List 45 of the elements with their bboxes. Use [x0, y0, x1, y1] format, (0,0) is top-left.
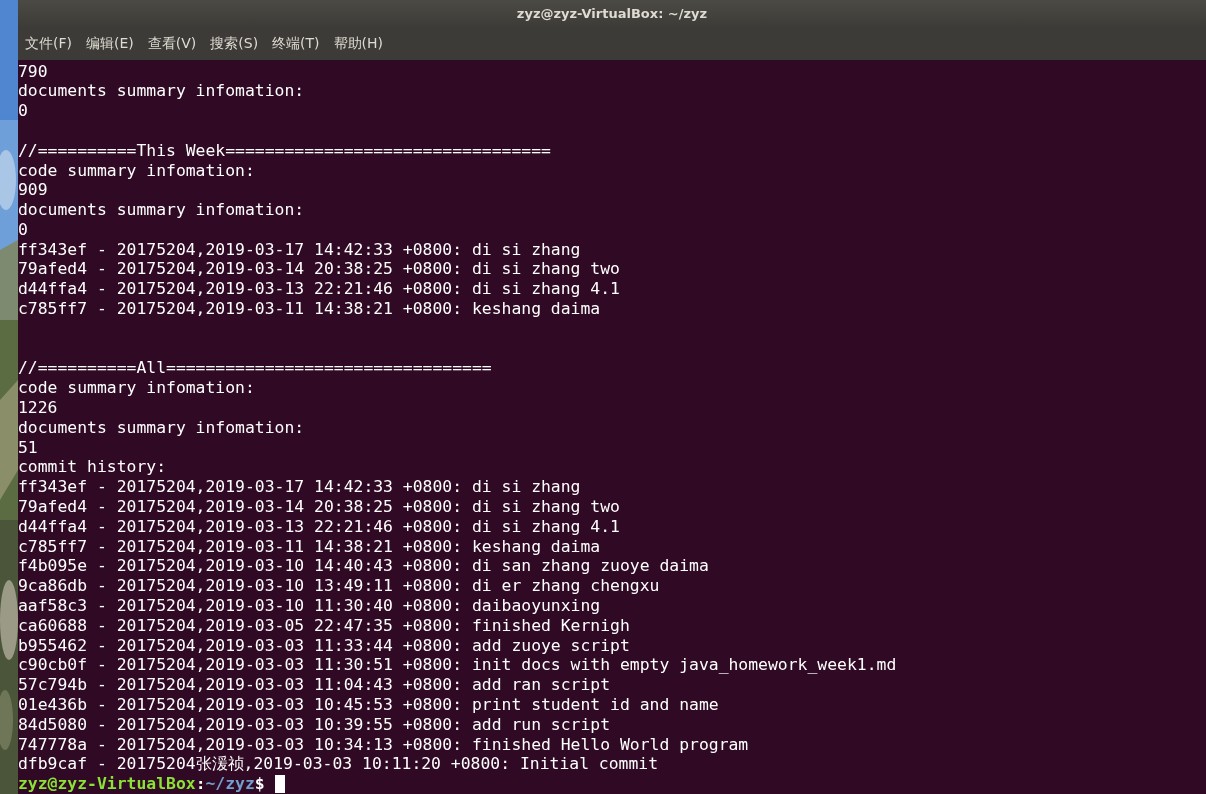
- output-line: 1226: [18, 398, 58, 418]
- text-cursor: [274, 775, 285, 794]
- output-line: dfb9caf - 20175204张湲祯,2019-03-03 10:11:20 +0800: Initial commit: [18, 754, 659, 775]
- menu-item[interactable]: 终端(T): [272, 34, 320, 53]
- output-line: 0: [18, 219, 28, 240]
- prompt-user-host: zyz@zyz-VirtualBox: [18, 774, 196, 794]
- output-line: 747778a - 20175204,2019-03-03 10:34:13 +0800: finished Hello World program: [18, 734, 749, 755]
- output-line: ff343ef - 20175204,2019-03-17 14:42:33 +0800: di si zhang: [18, 239, 581, 260]
- menu-item[interactable]: 搜索(S): [210, 34, 259, 53]
- menu-item[interactable]: 文件(F): [25, 34, 72, 53]
- output-line: 790: [18, 61, 48, 82]
- output-line: f4b095e - 20175204,2019-03-10 14:40:43 +0800: di san zhang zuoye daima: [18, 556, 709, 577]
- prompt-separator: :: [195, 774, 206, 794]
- output-line: d44ffa4 - 20175204,2019-03-13 22:21:46 +0800: di si zhang 4.1: [18, 279, 620, 300]
- menu-item[interactable]: 查看(V): [147, 34, 197, 53]
- output-line: 909: [18, 180, 48, 201]
- prompt-symbol: $: [254, 774, 265, 794]
- output-line: commit history:: [18, 457, 167, 478]
- window-title: zyz@zyz-VirtualBox: ~/zyz: [516, 6, 708, 22]
- output-line: d44ffa4 - 20175204,2019-03-13 22:21:46 +0800: di si zhang 4.1: [18, 516, 620, 537]
- output-line: aaf58c3 - 20175204,2019-03-10 11:30:40 +0800: daibaoyunxing: [18, 596, 601, 616]
- output-line: documents summary infomation:: [18, 417, 305, 438]
- output-line: 79afed4 - 20175204,2019-03-14 20:38:25 +0800: di si zhang two: [18, 259, 620, 280]
- output-line: ff343ef - 20175204,2019-03-17 14:42:33 +0800: di si zhang: [18, 477, 581, 498]
- output-line: //==========This Week=================================: [18, 140, 551, 161]
- menu-item[interactable]: 帮助(H): [333, 34, 384, 53]
- menu-item[interactable]: 编辑(E): [86, 34, 134, 53]
- output-line: 51: [18, 437, 38, 458]
- output-line: ca60688 - 20175204,2019-03-05 22:47:35 +0800: finished Kernigh: [18, 615, 630, 636]
- output-line: b955462 - 20175204,2019-03-03 11:33:44 +0800: add zuoye script: [18, 635, 630, 656]
- output-line: code summary infomation:: [18, 160, 255, 181]
- output-line: c90cb0f - 20175204,2019-03-03 11:30:51 +0800: init docs with empty java_homework_week1.md: [18, 655, 897, 676]
- output-line: c785ff7 - 20175204,2019-03-11 14:38:21 +0800: keshang daima: [18, 536, 601, 557]
- output-line: 79afed4 - 20175204,2019-03-14 20:38:25 +0800: di si zhang two: [18, 497, 620, 517]
- output-line: documents summary infomation:: [18, 200, 305, 220]
- output-line: documents summary infomation:: [18, 81, 305, 102]
- output-line: //==========All=================================: [18, 358, 492, 379]
- prompt-path: ~/zyz: [205, 774, 255, 794]
- output-line: 9ca86db - 20175204,2019-03-10 13:49:11 +0800: di er zhang chengxu: [18, 576, 660, 597]
- output-line: 0: [18, 101, 28, 121]
- output-line: 57c794b - 20175204,2019-03-03 11:04:43 +0800: add ran script: [18, 675, 611, 695]
- output-line: 01e436b - 20175204,2019-03-03 10:45:53 +0800: print student id and name: [18, 695, 719, 715]
- output-line: 84d5080 - 20175204,2019-03-03 10:39:55 +0800: add run script: [18, 714, 611, 735]
- output-line: c785ff7 - 20175204,2019-03-11 14:38:21 +0800: keshang daima: [18, 299, 601, 319]
- output-line: code summary infomation:: [18, 378, 255, 399]
